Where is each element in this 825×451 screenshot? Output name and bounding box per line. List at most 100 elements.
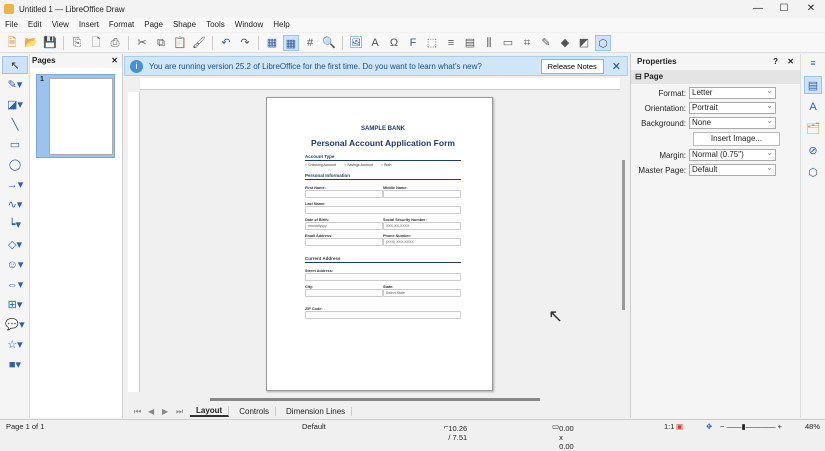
minimize-button[interactable]: — [745,2,771,16]
vertical-ruler[interactable] [128,92,140,392]
block-arrows-icon[interactable]: ⇔▾ [2,276,28,294]
first-name-field[interactable] [305,190,383,198]
zip-field[interactable] [305,311,461,319]
menu-file[interactable]: File [0,18,23,32]
paste-icon[interactable]: 📋 [172,35,188,51]
zoom-level[interactable]: 48% [805,422,820,431]
styles-deck-icon[interactable]: A [804,98,822,116]
special-character-icon[interactable]: Ω [386,35,402,51]
shadow-icon[interactable]: ▭ [500,35,516,51]
dob-field[interactable]: mm/dd/yyyy [305,222,383,230]
menu-help[interactable]: Help [268,18,294,32]
ssn-field[interactable]: XXX-XX-XXXX [383,222,461,230]
close-infobar-icon[interactable]: ✕ [612,60,621,73]
fill-color-icon[interactable]: ◪▾ [2,96,28,114]
callouts-icon[interactable]: 💬▾ [2,316,28,334]
3d-objects-icon[interactable]: ■▾ [2,356,28,374]
properties-deck-icon[interactable]: ▤ [804,76,822,94]
format-select[interactable]: Letter [689,86,776,99]
crop-icon[interactable]: ⌗ [519,35,535,51]
close-icon[interactable]: ✕ [111,54,118,68]
horizontal-ruler[interactable] [140,78,620,90]
symbol-shapes-icon[interactable]: ☺▾ [2,256,28,274]
flowchart-icon[interactable]: ⊞▾ [2,296,28,314]
help-icon[interactable]: ? [773,54,778,70]
document-modified-icon[interactable]: ▣ [676,422,683,431]
page-thumbnail[interactable]: 1 [36,74,115,158]
line-color-icon[interactable]: ✎▾ [2,76,28,94]
insert-image-icon[interactable]: 🖼 [348,35,364,51]
grid-icon[interactable]: ▦ [264,35,280,51]
horizontal-scrollbar[interactable] [210,398,540,401]
menu-page[interactable]: Page [139,18,168,32]
page-section-header[interactable]: ⊟ Page [631,70,800,84]
city-field[interactable] [305,289,383,297]
rectangle-icon[interactable]: ▭ [2,136,28,154]
zoom-pan-icon[interactable]: 🔍 [321,35,337,51]
last-name-field[interactable] [305,206,461,214]
export-pdf-icon[interactable]: 🗋 [88,35,104,51]
margin-select[interactable]: Normal (0.75") [689,148,776,161]
menu-icon[interactable]: ≡ [804,54,822,72]
state-select[interactable]: Select State [383,289,461,297]
next-tab-icon[interactable]: ▶ [162,407,172,416]
transformations-icon[interactable]: ⬚ [424,35,440,51]
menu-insert[interactable]: Insert [74,18,104,32]
distribute-icon[interactable]: ⫼ [481,35,497,51]
align-icon[interactable]: ≡ [443,35,459,51]
helplines-icon[interactable]: # [302,35,318,51]
show-draw-functions-icon[interactable]: ⬡ [595,34,611,51]
text-box-icon[interactable]: A [367,35,383,51]
zoom-slider[interactable]: − ——▮———— + [720,422,782,431]
fontwork-icon[interactable]: F [405,35,421,51]
shapes-deck-icon[interactable]: ⬡ [804,164,822,182]
save-icon[interactable]: 💾 [42,35,58,51]
prev-tab-icon[interactable]: ◀ [148,407,158,416]
print-icon[interactable]: ⎙ [107,35,123,51]
middle-name-field[interactable] [383,190,461,198]
arrange-icon[interactable]: ▤ [462,35,478,51]
gallery-deck-icon[interactable]: 🗂 [804,120,822,138]
menu-edit[interactable]: Edit [23,18,47,32]
menu-shape[interactable]: Shape [168,18,201,32]
phone-field[interactable]: (XXX) XXX-XXXX [383,238,461,246]
undo-icon[interactable]: ↶ [218,35,234,51]
cut-icon[interactable]: ✂ [134,35,150,51]
menu-tools[interactable]: Tools [201,18,230,32]
background-select[interactable]: None [689,116,776,129]
new-icon[interactable]: 🗎 [4,35,20,51]
toggle-extrusion-icon[interactable]: ◩ [576,35,592,51]
tab-controls[interactable]: Controls [233,407,277,416]
master-page-select[interactable]: Default [689,163,776,176]
menu-window[interactable]: Window [230,18,268,32]
basic-shapes-icon[interactable]: ◇▾ [2,236,28,254]
email-field[interactable] [305,238,383,246]
points-icon[interactable]: ✎ [538,35,554,51]
lines-arrows-icon[interactable]: →▾ [2,176,28,194]
radio-savings[interactable]: ○ Savings Account [344,163,373,167]
clone-formatting-icon[interactable]: 🖌 [191,35,207,51]
maximize-button[interactable]: ☐ [771,2,797,16]
open-icon[interactable]: 📂 [23,35,39,51]
select-icon[interactable]: ↖ [2,56,28,74]
tab-dimension-lines[interactable]: Dimension Lines [280,407,353,416]
export-icon[interactable]: ⎘ [69,35,85,51]
insert-image-button[interactable]: Insert Image... [693,132,780,146]
glue-points-icon[interactable]: ◆ [557,35,573,51]
connectors-icon[interactable]: ┕▾ [2,216,28,234]
curves-icon[interactable]: ∿▾ [2,196,28,214]
redo-icon[interactable]: ↷ [237,35,253,51]
snap-grid-icon[interactable]: ▦ [283,34,299,51]
radio-checking[interactable]: ○ Checking Account [305,163,336,167]
orientation-select[interactable]: Portrait [689,101,776,114]
document-page[interactable]: SAMPLE BANK Personal Account Application… [266,97,493,391]
close-icon[interactable]: ✕ [787,54,794,70]
last-tab-icon[interactable]: ⏭ [176,407,186,417]
street-field[interactable] [305,273,461,281]
ellipse-icon[interactable]: ◯ [2,156,28,174]
stars-icon[interactable]: ☆▾ [2,336,28,354]
copy-icon[interactable]: ⧉ [153,35,169,51]
first-tab-icon[interactable]: ⏮ [134,407,144,417]
fit-page-icon[interactable]: ✥ [706,422,712,431]
radio-both[interactable]: ○ Both [381,163,391,167]
